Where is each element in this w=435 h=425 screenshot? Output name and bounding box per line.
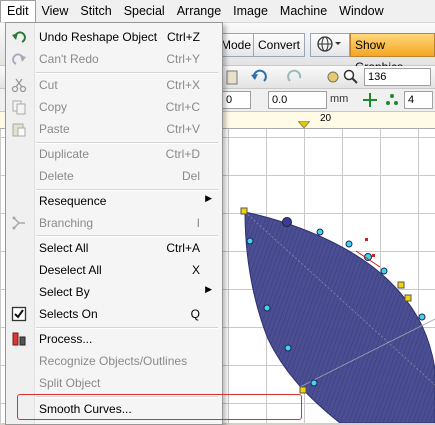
density-input[interactable]: 4 (404, 91, 433, 109)
show-graphics-button[interactable]: Show Graphics (350, 33, 435, 74)
menu-item-label: Resequence (39, 194, 107, 208)
zoom-level-input[interactable]: 136 (364, 68, 431, 86)
edit-menu-dropdown: Undo Reshape Object Ctrl+Z Can't Redo Ct… (5, 22, 223, 425)
menu-item-selects-on[interactable]: Selects On Q (6, 303, 220, 325)
menu-stitch[interactable]: Stitch (74, 1, 117, 21)
menu-item-label: Recognize Objects/Outlines (39, 354, 188, 368)
scissors-icon (11, 78, 27, 93)
process-icon (12, 332, 26, 346)
menu-item-shortcut: Ctrl+Z (167, 30, 200, 44)
menu-item-label: Split Object (39, 376, 101, 390)
menu-item-shortcut: Q (190, 307, 200, 321)
highlight-box (17, 394, 302, 420)
corner-handle[interactable] (240, 207, 248, 215)
menu-item-label: Copy (39, 100, 68, 114)
menu-item-copy[interactable]: Copy Ctrl+C (6, 96, 220, 118)
menu-item-split-object[interactable]: Split Object (6, 372, 220, 394)
menu-item-label: Process... (39, 332, 93, 346)
menu-item-select-by[interactable]: Select By ▶ (6, 281, 220, 303)
menu-arrange-label: Arrange (176, 4, 222, 18)
menu-item-select-all[interactable]: Select All Ctrl+A (6, 237, 220, 259)
menu-item-undo[interactable]: Undo Reshape Object Ctrl+Z (6, 26, 220, 48)
ruler-label: 20 (320, 113, 332, 124)
menu-item-redo[interactable]: Can't Redo Ctrl+Y (6, 48, 220, 70)
clipboard-icon[interactable] (224, 69, 240, 85)
menu-machine[interactable]: Machine (274, 1, 333, 21)
globe-button[interactable] (310, 33, 350, 57)
menu-special[interactable]: Special (118, 1, 171, 21)
menu-edit-label: Edit (7, 4, 29, 18)
menu-item-label: Select By (39, 285, 90, 299)
angle-input[interactable]: 0 (222, 91, 251, 109)
menu-edit[interactable]: Edit (0, 0, 36, 22)
menu-item-label: Duplicate (39, 147, 90, 161)
menu-view[interactable]: View (36, 1, 75, 21)
menu-item-label: Cut (39, 78, 58, 92)
menu-item-label: Can't Redo (39, 52, 99, 66)
menu-item-recognize-objects[interactable]: Recognize Objects/Outlines (6, 350, 220, 372)
menu-item-delete[interactable]: Delete Del (6, 165, 220, 187)
undo-toolbar-icon[interactable] (250, 69, 274, 85)
density-icon[interactable] (384, 92, 400, 108)
undo-icon (12, 31, 26, 43)
menu-item-label: Deselect All (39, 263, 102, 277)
paste-icon (12, 123, 26, 137)
branching-icon (12, 216, 25, 230)
menu-machine-label: Machine (279, 4, 328, 18)
menu-item-deselect-all[interactable]: Deselect All X (6, 259, 220, 281)
menu-item-cut[interactable]: Cut Ctrl+X (6, 74, 220, 96)
submenu-arrow-icon: ▶ (205, 284, 212, 294)
menu-item-shortcut: Ctrl+Y (166, 52, 200, 66)
menu-image-label: Image (233, 4, 268, 18)
menu-item-process[interactable]: Process... (6, 328, 220, 350)
checkbox-checked-icon (11, 306, 27, 322)
menu-window[interactable]: Window (333, 1, 389, 21)
menu-item-label: Delete (39, 169, 74, 183)
menu-item-resequence[interactable]: Resequence ▶ (6, 190, 220, 212)
menu-stitch-label: Stitch (80, 4, 112, 18)
ruler-marker-icon (298, 121, 310, 129)
redo-toolbar-icon[interactable] (282, 69, 306, 85)
menu-item-paste[interactable]: Paste Ctrl+V (6, 118, 220, 140)
menu-item-duplicate[interactable]: Duplicate Ctrl+D (6, 143, 220, 165)
menu-item-branching[interactable]: Branching I (6, 212, 220, 234)
menu-item-label: Undo Reshape Object (39, 30, 158, 44)
menu-item-shortcut: Ctrl+C (165, 100, 200, 114)
globe-icon (317, 36, 341, 52)
menu-item-shortcut: I (196, 216, 200, 230)
pan-icon[interactable] (325, 69, 341, 85)
spacing-icon[interactable] (362, 92, 378, 108)
submenu-arrow-icon: ▶ (205, 193, 212, 203)
menu-item-shortcut: Ctrl+A (166, 241, 200, 255)
menu-arrange[interactable]: Arrange (171, 1, 227, 21)
unit-label: mm (330, 93, 349, 105)
menu-item-label: Select All (39, 241, 89, 255)
menu-item-label: Paste (39, 122, 70, 136)
zoom-icon[interactable] (343, 69, 359, 85)
copy-icon (12, 100, 26, 115)
size-input[interactable]: 0.0 (268, 91, 327, 109)
redo-icon (12, 53, 26, 65)
menu-item-shortcut: X (191, 263, 200, 277)
menu-item-label: Selects On (39, 307, 98, 321)
menu-item-shortcut: Ctrl+V (166, 122, 200, 136)
menu-bar: Edit View Stitch Special Arrange Image M… (0, 0, 435, 23)
menu-image[interactable]: Image (227, 1, 274, 21)
menu-view-label: View (41, 4, 69, 18)
menu-item-shortcut: Ctrl+D (165, 147, 200, 161)
convert-button[interactable]: Convert (253, 33, 306, 57)
menu-item-shortcut: Del (181, 169, 200, 183)
menu-item-shortcut: Ctrl+X (166, 78, 200, 92)
menu-special-label: Special (123, 4, 165, 18)
menu-window-label: Window (339, 4, 384, 18)
menu-item-label: Branching (39, 216, 94, 230)
